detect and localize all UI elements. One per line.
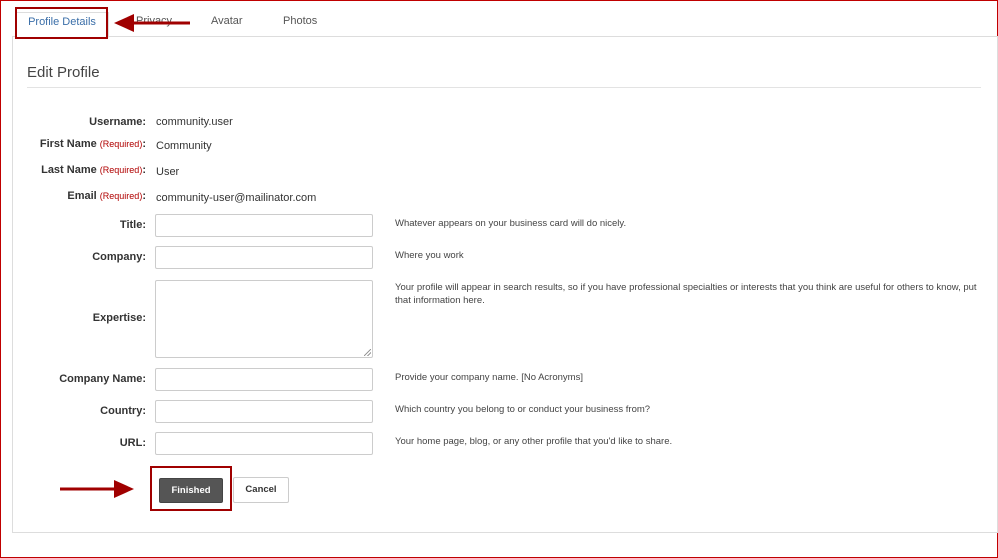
company-name-help: Provide your company name. [No Acronyms] (395, 372, 583, 383)
company-name-input[interactable] (155, 368, 373, 391)
url-help: Your home page, blog, or any other profi… (395, 436, 673, 447)
required-marker: (Required) (99, 165, 143, 175)
page-title: Edit Profile (27, 64, 100, 81)
country-label: Country: (100, 405, 146, 417)
first-name-label: First Name (Required): (39, 138, 146, 150)
company-label: Company: (92, 251, 146, 263)
title-divider (27, 87, 981, 88)
last-name-label: Last Name (Required): (41, 164, 146, 176)
title-input[interactable] (155, 214, 373, 237)
required-marker: (Required) (99, 191, 143, 201)
email-value: community-user@mailinator.com (156, 192, 317, 204)
finished-highlight-box (150, 466, 232, 511)
expertise-textarea[interactable] (155, 280, 373, 358)
company-help: Where you work (395, 250, 464, 261)
last-name-value: User (156, 166, 180, 178)
expertise-help: Your profile will appear in search resul… (395, 282, 977, 306)
url-label: URL: (119, 437, 146, 449)
finished-arrow-icon (60, 480, 134, 498)
title-help: Whatever appears on your business card w… (395, 218, 627, 229)
company-input[interactable] (155, 246, 373, 269)
required-marker: (Required) (99, 139, 143, 149)
tab-arrow-icon (114, 14, 190, 32)
expertise-label: Expertise: (92, 312, 146, 324)
country-input[interactable] (155, 400, 373, 423)
url-input[interactable] (155, 432, 373, 455)
cancel-button[interactable]: Cancel (233, 477, 289, 503)
country-help: Which country you belong to or conduct y… (395, 404, 651, 415)
company-name-label: Company Name: (59, 373, 146, 385)
title-label: Title: (119, 219, 146, 231)
email-label: Email (Required): (67, 190, 146, 202)
resize-grip-icon[interactable] (364, 349, 371, 356)
tab-avatar[interactable]: Avatar (211, 12, 243, 36)
username-label: Username: (89, 116, 146, 128)
first-name-value: Community (156, 140, 212, 152)
username-value: community.user (156, 116, 233, 128)
tab-highlight-box (15, 7, 108, 39)
tab-photos[interactable]: Photos (283, 12, 317, 36)
